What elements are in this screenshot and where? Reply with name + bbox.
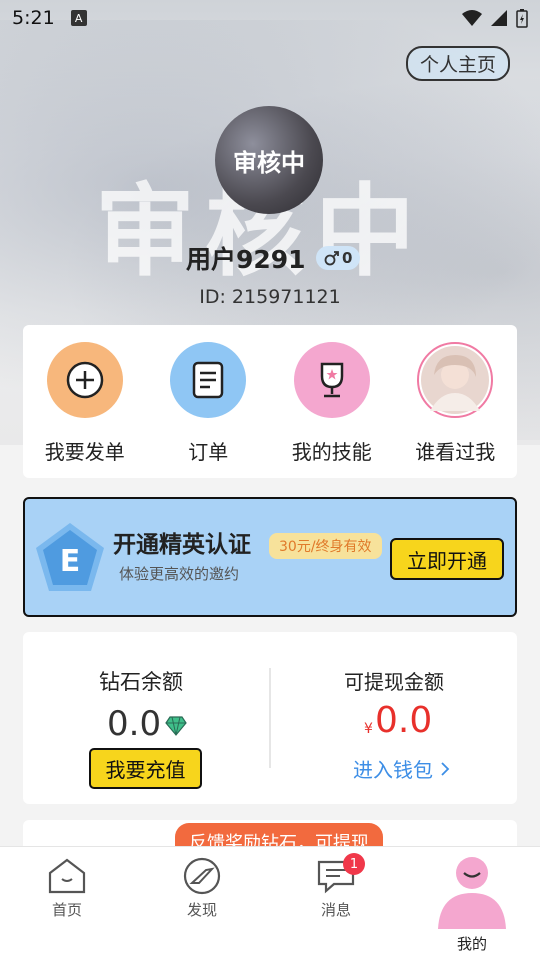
elite-certification-banner[interactable]: E 开通精英认证 30元/终身有效 体验更高效的邀约 立即开通: [23, 497, 517, 617]
nav-profile[interactable]: 我的: [427, 855, 517, 954]
elite-badge-icon: E: [36, 523, 104, 591]
recharge-button[interactable]: 我要充值: [89, 748, 202, 789]
action-label: 谁看过我: [415, 440, 496, 464]
plus-icon: [46, 342, 123, 418]
diamond-balance-label: 钻石余额: [99, 670, 183, 694]
activate-now-button[interactable]: 立即开通: [390, 538, 504, 580]
withdrawable-label: 可提现金额: [344, 670, 444, 694]
elite-subtitle: 体验更高效的邀约: [119, 565, 240, 583]
status-icons: [462, 8, 528, 28]
battery-icon: [516, 9, 528, 28]
chevron-right-icon: [441, 762, 450, 776]
status-time: 5:21: [12, 7, 55, 29]
action-orders[interactable]: 订单: [147, 325, 271, 478]
nav-label: 消息: [320, 901, 351, 919]
visitor-avatar: [417, 342, 494, 418]
elite-price-tag: 30元/终身有效: [269, 533, 382, 559]
wifi-icon: [462, 10, 482, 26]
nav-discover[interactable]: 发现: [157, 857, 247, 920]
gender-count: 0: [342, 249, 353, 267]
diamond-icon: [165, 716, 187, 736]
nav-messages[interactable]: 消息 1: [291, 853, 381, 920]
bottom-navigation: 首页 发现 消息 1 我的: [0, 846, 540, 960]
trophy-icon: [293, 342, 370, 418]
personal-homepage-button[interactable]: 个人主页: [405, 46, 510, 81]
unread-badge: 1: [343, 853, 365, 875]
diamond-balance-value: 0.0: [107, 704, 162, 744]
wallet-card: 钻石余额 0.0 我要充值 可提现金额 ¥ 0.0 进入钱包: [23, 632, 517, 804]
compass-icon: [183, 857, 221, 895]
action-who-viewed-me[interactable]: 谁看过我: [394, 325, 518, 478]
action-label: 我的技能: [291, 440, 372, 464]
notification-icon: A: [70, 10, 87, 26]
enter-wallet-label: 进入钱包: [353, 758, 433, 782]
gender-badge: 0: [316, 246, 361, 270]
action-my-skills[interactable]: 我的技能: [270, 325, 394, 478]
enter-wallet-link[interactable]: 进入钱包: [353, 754, 451, 783]
status-bar: 5:21 A: [0, 0, 540, 36]
nav-home[interactable]: 首页: [22, 857, 112, 920]
withdrawable-value: 0.0: [375, 700, 433, 741]
home-icon: [48, 858, 86, 894]
signal-icon: [491, 10, 507, 26]
action-label: 订单: [188, 440, 229, 464]
elite-title: 开通精英认证: [113, 532, 251, 558]
action-label: 我要发单: [44, 440, 125, 464]
profile-icon: [438, 857, 506, 929]
currency-symbol: ¥: [364, 721, 373, 737]
wallet-divider: [269, 668, 271, 768]
male-icon: [324, 251, 339, 266]
nav-label: 我的: [456, 935, 487, 953]
username: 用户9291: [186, 245, 306, 274]
user-avatar[interactable]: 审核中: [215, 106, 323, 214]
svg-text:E: E: [60, 544, 81, 579]
quick-actions-card: 我要发单 订单 我的技能 谁看过我: [23, 325, 517, 478]
action-post-order[interactable]: 我要发单: [23, 325, 147, 478]
document-icon: [170, 342, 247, 418]
avatar-review-label: 审核中: [233, 148, 305, 177]
user-id: ID: 215971121: [199, 286, 341, 308]
nav-label: 首页: [51, 901, 82, 919]
nav-label: 发现: [186, 901, 217, 919]
